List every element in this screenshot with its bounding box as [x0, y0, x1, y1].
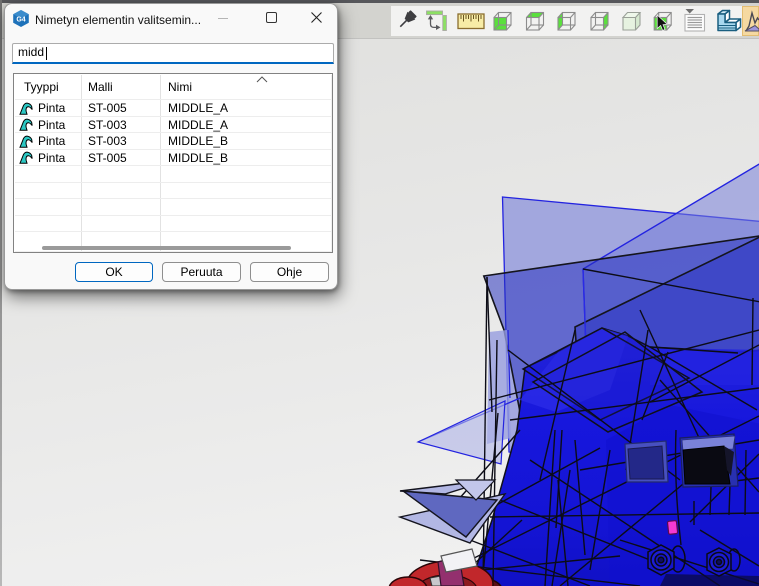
svg-text:G4: G4 [16, 17, 25, 24]
